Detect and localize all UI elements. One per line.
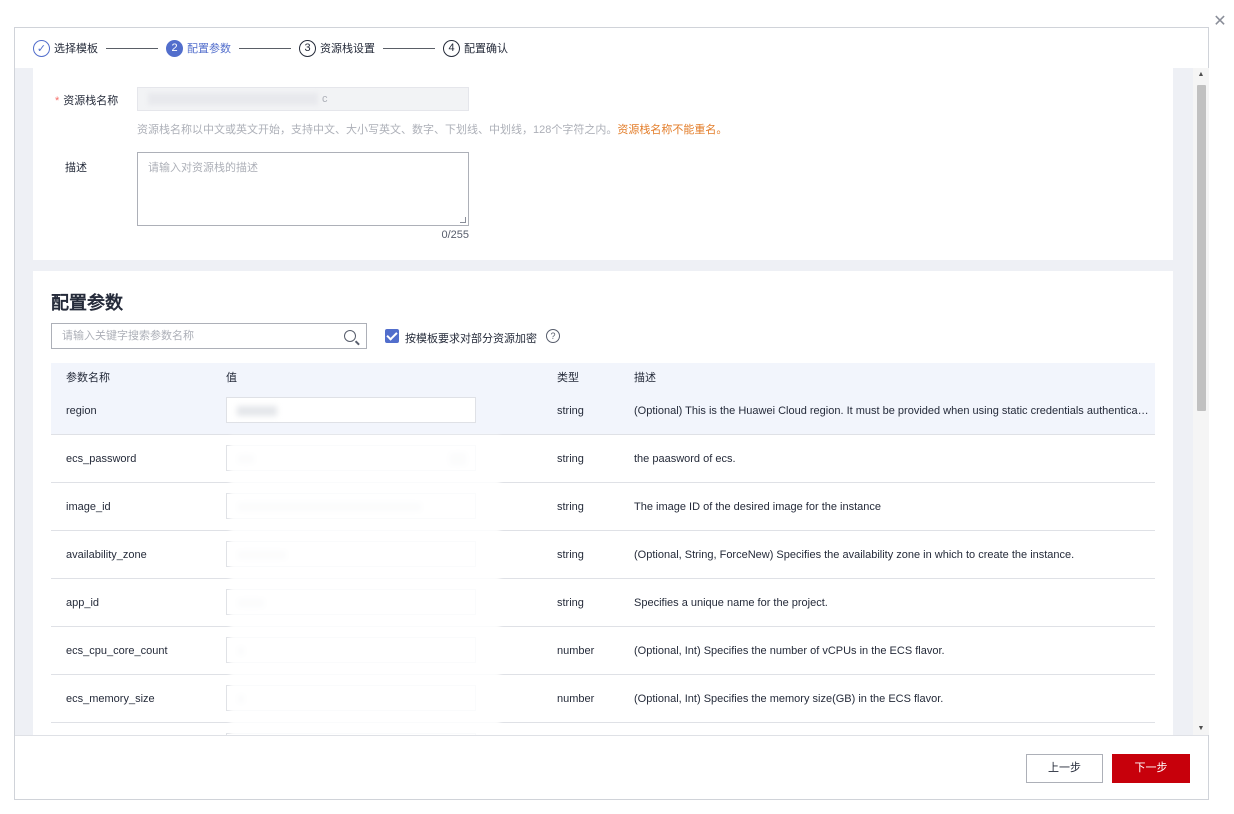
scroll-down-icon[interactable]: ▼ [1193,725,1209,732]
scrollbar-thumb[interactable] [1197,85,1206,411]
param-desc: (Optional, String, ForceNew) Specifies t… [634,549,1075,561]
param-name: ecs_memory_size [66,693,155,705]
table-row: ecs_memory_size number (Optional, Int) S… [51,675,1155,723]
param-value-input[interactable] [226,397,476,423]
param-desc: Specifies a unique name for the project. [634,597,828,609]
basic-info-card: * 资源栈名称 c 资源栈名称以中文或英文开始，支持中文、大小写英文、数字、下划线… [33,68,1173,260]
param-search-input[interactable]: 请输入关键字搜索参数名称 [51,323,367,349]
scroll-up-icon[interactable]: ▲ [1193,71,1209,78]
step-number: 2 [166,39,183,57]
param-type: string [557,501,584,513]
encrypt-checkbox[interactable] [385,329,399,343]
col-header-desc: 描述 [634,372,656,384]
col-header-name: 参数名称 [66,372,110,384]
step-config-params: 2 配置参数 [166,39,231,57]
section-title: 配置参数 [51,293,123,313]
param-type: string [557,453,584,465]
help-icon[interactable]: ? [546,329,560,343]
description-placeholder: 请输入对资源栈的描述 [148,162,258,174]
param-name: availability_zone [66,549,147,561]
params-table: 参数名称 值 类型 描述 region string (Optional) Th… [51,363,1155,735]
params-card: 配置参数 请输入关键字搜索参数名称 按模板要求对部分资源加密 ? 参数名称 值 … [33,271,1173,735]
param-name: ecs_password [66,453,137,465]
table-row: ecs_cpu_core_count number (Optional, Int… [51,627,1155,675]
param-name: app_id [66,597,100,609]
table-row: availability_zone string (Optional, Stri… [51,531,1155,579]
col-header-type: 类型 [557,372,579,384]
stack-name-hint: 资源栈名称以中文或英文开始，支持中文、大小写英文、数字、下划线、中划线，128个… [137,121,727,137]
param-name: region [66,405,97,417]
param-name: image_id [66,501,111,513]
table-row: app_id string Specifies a unique name fo… [51,579,1155,627]
redacted-value [148,93,318,106]
param-type: number [557,645,595,657]
step-select-template: ✓ 选择模板 [33,39,98,57]
dialog-footer: 上一步 下一步 [15,735,1208,799]
param-type: number [557,693,595,705]
encrypt-checkbox-label[interactable]: 按模板要求对部分资源加密 [405,330,537,346]
table-row: region string (Optional) This is the Hua… [51,387,1155,435]
description-textarea[interactable]: 请输入对资源栈的描述 [137,152,469,226]
step-label: 配置参数 [187,43,231,55]
stack-name-value: c [322,93,328,105]
table-row [51,723,1155,735]
col-header-value: 值 [226,372,237,384]
search-placeholder: 请输入关键字搜索参数名称 [62,330,194,342]
step-confirm: 4 配置确认 [443,39,508,57]
param-desc: (Optional, Int) Specifies the memory siz… [634,693,944,705]
stack-name-input[interactable]: c [137,87,469,111]
param-desc: (Optional, Int) Specifies the number of … [634,645,945,657]
stack-name-rule: 资源栈名称以中文或英文开始，支持中文、大小写英文、数字、下划线、中划线，128个… [137,124,618,136]
next-step-button[interactable]: 下一步 [1112,754,1190,783]
step-done-check-icon: ✓ [33,39,50,57]
content-scroll-area[interactable]: * 资源栈名称 c 资源栈名称以中文或英文开始，支持中文、大小写英文、数字、下划线… [15,68,1193,735]
table-row: image_id string The image ID of the desi… [51,483,1155,531]
redacted-value [237,406,277,416]
description-char-counter: 0/255 [441,229,469,241]
step-connector [106,47,158,49]
close-icon[interactable]: ✕ [1212,14,1228,30]
description-label: 描述 [65,162,87,174]
redaction-overlay [230,436,500,735]
step-label: 资源栈设置 [320,43,375,55]
param-desc: The image ID of the desired image for th… [634,501,882,513]
stack-name-label-text: 资源栈名称 [63,95,119,107]
step-connector [239,47,291,49]
search-icon[interactable] [344,330,356,342]
step-indicator: ✓ 选择模板 2 配置参数 3 资源栈设置 4 配置确认 [33,38,508,58]
required-mark: * [55,95,60,107]
stack-name-warning: 资源栈名称不能重名。 [617,124,728,136]
step-label: 配置确认 [464,43,508,55]
param-type: string [557,405,584,417]
step-label: 选择模板 [54,43,98,55]
table-row: ecs_password string the paasword of ecs. [51,435,1155,483]
step-number: 4 [443,39,460,57]
step-number: 3 [299,39,316,57]
param-desc: the paasword of ecs. [634,453,736,465]
table-header: 参数名称 值 类型 描述 [51,363,1155,387]
vertical-scrollbar[interactable]: ▲ ▼ [1193,68,1209,735]
stack-name-label: * 资源栈名称 [55,92,118,108]
step-connector [383,47,435,49]
step-stack-settings: 3 资源栈设置 [299,39,375,57]
param-name: ecs_cpu_core_count [66,645,168,657]
param-type: string [557,549,584,561]
param-type: string [557,597,584,609]
create-stack-dialog: ✓ 选择模板 2 配置参数 3 资源栈设置 4 配置确认 * 资源栈名称 c 资… [14,27,1209,800]
param-desc: (Optional) This is the Huawei Cloud regi… [634,405,1149,417]
resize-handle-icon[interactable] [460,217,466,223]
prev-step-button[interactable]: 上一步 [1026,754,1103,783]
